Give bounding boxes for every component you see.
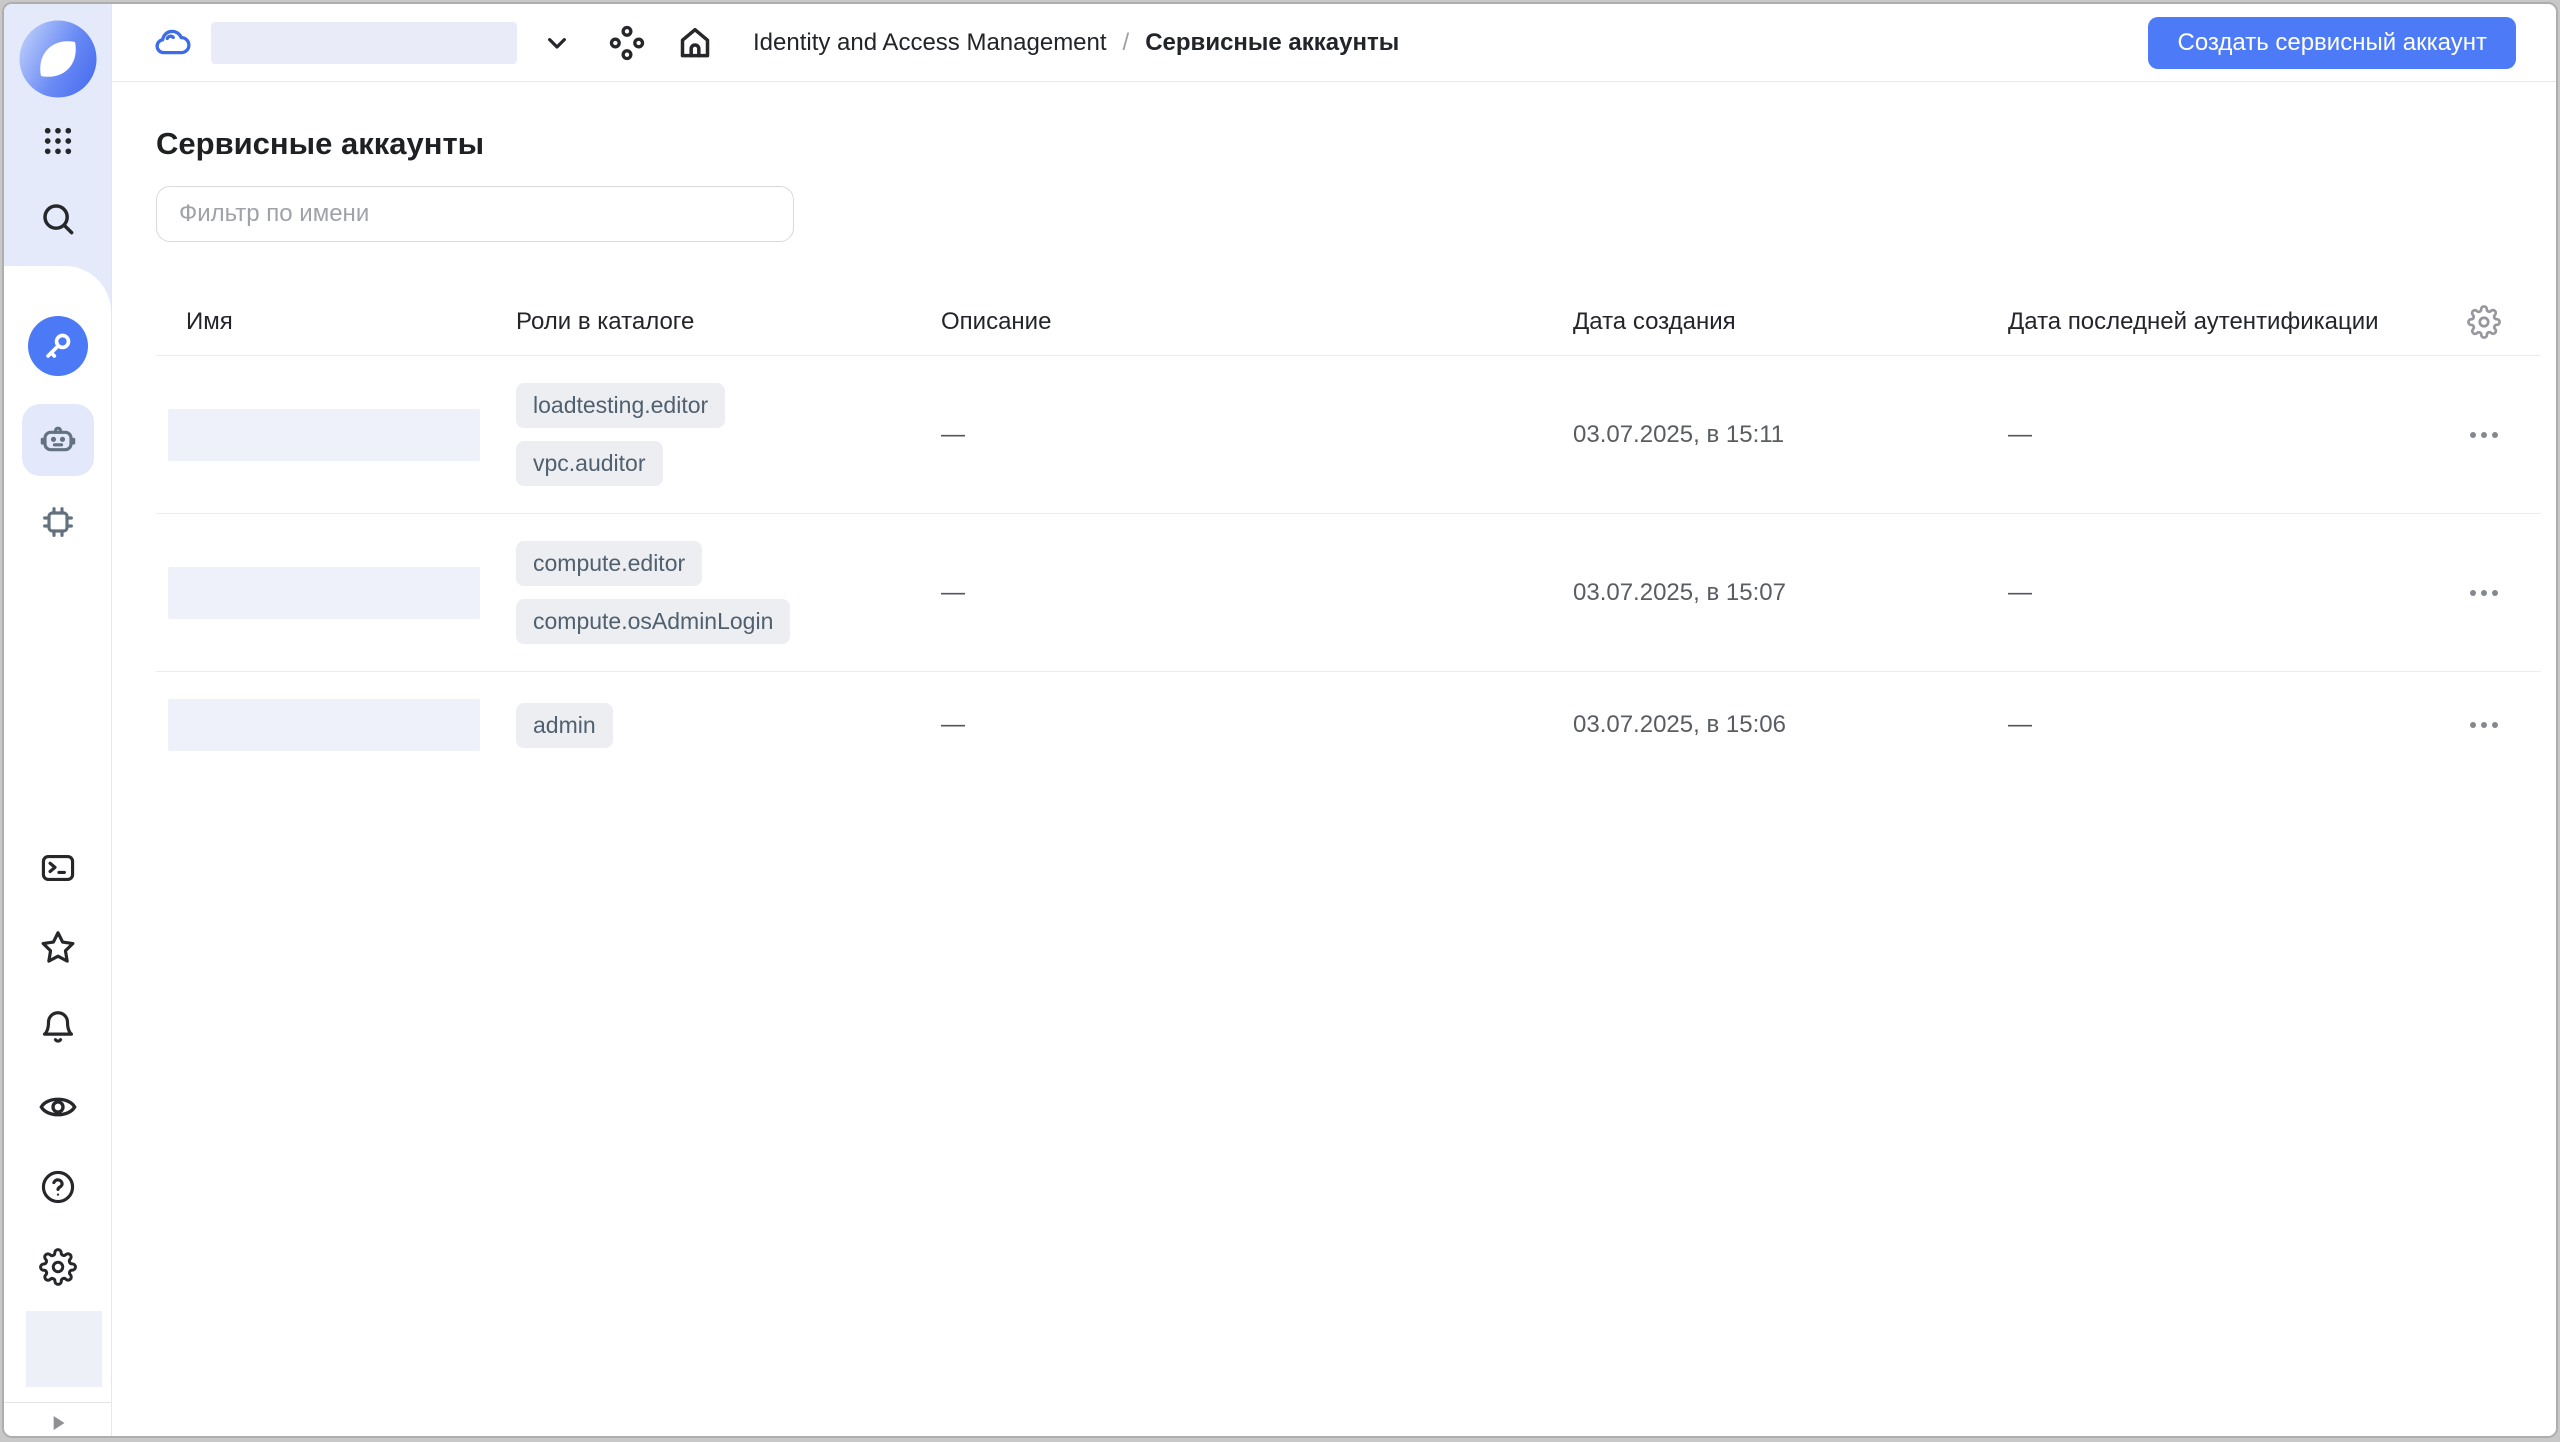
- cloud-logo-icon: [15, 16, 101, 102]
- description-value: —: [941, 421, 1571, 449]
- ellipsis-icon: [2470, 590, 2476, 596]
- breadcrumb-current-page: Сервисные аккаунты: [1145, 29, 1399, 57]
- chip-icon: [38, 502, 78, 542]
- last-auth-value: —: [2008, 421, 2426, 449]
- column-header-last-auth: Дата последней аутентификации: [2008, 308, 2426, 336]
- sidebar-item-favorites[interactable]: [36, 925, 80, 969]
- chevron-down-icon: [541, 27, 573, 59]
- column-header-roles: Роли в каталоге: [516, 308, 926, 336]
- row-menu-button[interactable]: [2460, 712, 2508, 738]
- nodes-icon: [607, 23, 647, 63]
- bell-icon: [39, 1008, 77, 1046]
- ellipsis-icon: [2470, 722, 2476, 728]
- gear-icon: [2467, 305, 2501, 339]
- page-title: Сервисные аккаунты: [156, 126, 2541, 162]
- breadcrumb-iam-link[interactable]: Identity and Access Management: [753, 29, 1107, 57]
- sidebar-item-hardware[interactable]: [36, 500, 80, 544]
- description-value: —: [941, 579, 1571, 607]
- sidebar-item-monitoring[interactable]: [36, 1085, 80, 1129]
- topbar: Identity and Access Management / Сервисн…: [112, 4, 2556, 82]
- role-badge: vpc.auditor: [516, 441, 663, 486]
- breadcrumb-separator: /: [1123, 29, 1130, 57]
- table-row: loadtesting.editor vpc.auditor — 03.07.2…: [156, 356, 2541, 514]
- search-icon: [39, 200, 77, 238]
- column-header-created: Дата создания: [1573, 308, 2006, 336]
- folder-switcher[interactable]: [151, 22, 573, 64]
- redacted-account-name: [168, 567, 480, 619]
- table-header: Имя Роли в каталоге Описание Дата создан…: [156, 288, 2541, 356]
- sidebar-item-help[interactable]: [36, 1165, 80, 1209]
- created-date: 03.07.2025, в 15:07: [1573, 579, 2006, 607]
- cloud-icon: [151, 22, 193, 64]
- name-filter-input[interactable]: [156, 186, 794, 242]
- sidebar-divider: [4, 1402, 111, 1403]
- create-service-account-button[interactable]: Создать сервисный аккаунт: [2148, 17, 2516, 69]
- sidebar-item-settings[interactable]: [36, 1245, 80, 1289]
- gear-icon: [39, 1248, 77, 1286]
- eye-icon: [38, 1087, 78, 1127]
- sidebar-item-iam-active[interactable]: [28, 316, 88, 376]
- home-icon: [675, 23, 715, 63]
- redacted-account-name: [168, 409, 480, 461]
- all-services-button[interactable]: [607, 23, 647, 63]
- table-row: compute.editor compute.osAdminLogin — 03…: [156, 514, 2541, 672]
- ellipsis-icon: [2470, 432, 2476, 438]
- sidebar-item-notifications[interactable]: [36, 1005, 80, 1049]
- last-auth-value: —: [2008, 711, 2426, 739]
- key-icon: [41, 329, 75, 363]
- help-icon: [39, 1168, 77, 1206]
- column-header-description: Описание: [941, 308, 1571, 336]
- breadcrumb: Identity and Access Management / Сервисн…: [753, 29, 1399, 57]
- sidebar: [4, 4, 112, 1436]
- folder-name-redacted: [211, 22, 517, 64]
- row-menu-button[interactable]: [2460, 422, 2508, 448]
- sidebar-expand-button[interactable]: [4, 1406, 111, 1438]
- sidebar-item-search[interactable]: [36, 197, 80, 241]
- column-header-name: Имя: [186, 308, 501, 336]
- expand-arrow-icon: [45, 1410, 71, 1436]
- role-badge: compute.osAdminLogin: [516, 599, 790, 644]
- last-auth-value: —: [2008, 579, 2426, 607]
- role-badge: compute.editor: [516, 541, 702, 586]
- role-badge: admin: [516, 703, 613, 748]
- redacted-account-name: [168, 699, 480, 751]
- user-avatar-placeholder[interactable]: [26, 1311, 102, 1387]
- terminal-icon: [39, 849, 77, 887]
- created-date: 03.07.2025, в 15:11: [1573, 421, 2006, 449]
- star-icon: [39, 928, 77, 966]
- table-row: admin — 03.07.2025, в 15:06 —: [156, 672, 2541, 778]
- role-badge: loadtesting.editor: [516, 383, 725, 428]
- description-value: —: [941, 711, 1571, 739]
- sidebar-item-service-accounts[interactable]: [22, 404, 94, 476]
- sidebar-item-services-grid[interactable]: [36, 119, 80, 163]
- yandex-cloud-logo[interactable]: [15, 16, 101, 102]
- robot-icon: [38, 420, 78, 460]
- service-accounts-table: Имя Роли в каталоге Описание Дата создан…: [156, 288, 2541, 778]
- home-button[interactable]: [675, 23, 715, 63]
- main-content: Сервисные аккаунты Имя Роли в каталоге О…: [112, 82, 2556, 1436]
- services-grid-icon: [39, 122, 77, 160]
- row-menu-button[interactable]: [2460, 580, 2508, 606]
- sidebar-item-cli[interactable]: [36, 846, 80, 890]
- created-date: 03.07.2025, в 15:06: [1573, 711, 2006, 739]
- app-window: Identity and Access Management / Сервисн…: [2, 2, 2558, 1438]
- table-settings-button[interactable]: [2467, 305, 2501, 339]
